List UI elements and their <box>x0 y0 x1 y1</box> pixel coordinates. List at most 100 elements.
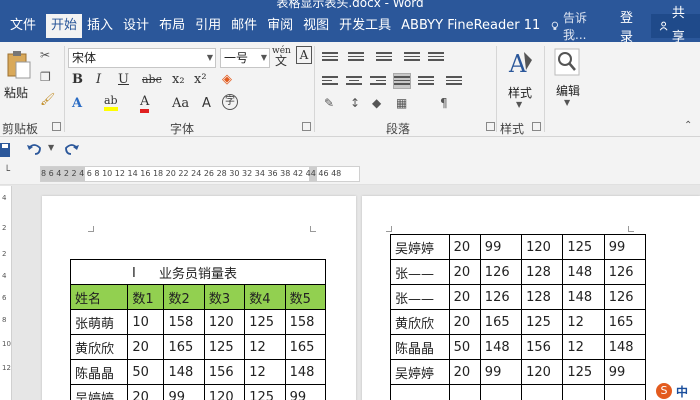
table-cell[interactable]: 20 <box>448 284 481 310</box>
table-cell[interactable]: 20 <box>448 234 481 260</box>
font-color-button[interactable]: A <box>140 94 150 113</box>
highlight-button[interactable]: ab <box>104 94 118 111</box>
tab-selector-icon[interactable]: └ <box>4 166 10 177</box>
sales-table[interactable]: 业务员销量表 姓名 数1 数2 数3 数4 数5 张萌萌 10 158 120 … <box>69 259 327 400</box>
header-cell[interactable]: 姓名 <box>69 284 129 310</box>
font-size-combo[interactable]: 一号 ▼ <box>220 48 270 68</box>
shading-icon[interactable]: ◆ <box>372 96 381 110</box>
paste-icon[interactable] <box>6 50 32 80</box>
cut-icon[interactable]: ✂ <box>40 48 50 62</box>
table-cell[interactable]: 165 <box>603 309 647 335</box>
table-cell[interactable]: 126 <box>479 284 523 310</box>
header-cell[interactable]: 数4 <box>244 284 286 310</box>
char-shading-icon[interactable]: A <box>202 96 211 111</box>
italic-button[interactable]: I <box>96 72 101 87</box>
table-cell[interactable]: 126 <box>603 284 647 310</box>
align-left-icon[interactable] <box>322 74 338 88</box>
continued-table[interactable]: 吴婷婷 20 99 120 125 99 张—— 20 126 128 148 … <box>390 234 647 400</box>
underline-button[interactable]: U <box>118 72 129 87</box>
character-border-icon[interactable]: A <box>296 46 312 64</box>
table-cell[interactable]: 125 <box>244 309 286 335</box>
table-cell[interactable] <box>521 384 564 400</box>
tab-mailings[interactable]: 邮件 <box>226 14 262 38</box>
table-cell[interactable]: 张—— <box>390 259 450 285</box>
show-marks-icon[interactable]: ¶ <box>440 96 448 110</box>
table-cell[interactable] <box>603 384 647 400</box>
table-title[interactable]: 业务员销量表 <box>70 259 326 285</box>
collapse-ribbon-icon[interactable]: ⌃ <box>684 120 692 131</box>
table-cell[interactable]: 165 <box>479 309 523 335</box>
styles-icon[interactable]: A <box>506 48 534 78</box>
table-cell[interactable]: 20 <box>448 259 481 285</box>
table-cell[interactable]: 128 <box>521 259 564 285</box>
table-cell[interactable] <box>479 384 523 400</box>
page-2[interactable]: 吴婷婷 20 99 120 125 99 张—— 20 126 128 148 … <box>362 196 700 400</box>
table-cell[interactable]: 99 <box>284 384 327 400</box>
line-spacing-icon[interactable] <box>446 74 462 88</box>
table-cell[interactable]: 20 <box>448 309 481 335</box>
undo-dropdown-icon[interactable]: ▼ <box>48 143 54 152</box>
table-cell[interactable]: 148 <box>603 334 647 360</box>
redo-icon[interactable] <box>64 142 80 156</box>
table-cell[interactable]: 黄欣欣 <box>390 309 450 335</box>
font-launcher-icon[interactable] <box>302 122 311 131</box>
table-cell[interactable]: 120 <box>203 384 246 400</box>
borders-icon[interactable]: ▦ <box>396 96 407 110</box>
superscript-button[interactable]: x² <box>194 72 207 87</box>
table-cell[interactable]: 148 <box>284 359 327 385</box>
table-cell[interactable]: 20 <box>127 384 165 400</box>
login-button[interactable]: 登录 <box>610 7 651 45</box>
table-cell[interactable]: 吴婷婷 <box>390 234 450 260</box>
table-cell[interactable]: 125 <box>203 334 246 360</box>
vertical-ruler[interactable]: 4 2 2 4 6 8 10 12 <box>0 186 12 400</box>
table-cell[interactable]: 陈晶晶 <box>69 359 129 385</box>
tab-home[interactable]: 开始 <box>46 14 83 38</box>
table-cell[interactable]: 148 <box>562 259 605 285</box>
subscript-button[interactable]: x₂ <box>172 72 185 87</box>
table-cell[interactable]: 99 <box>479 234 523 260</box>
table-cell[interactable]: 99 <box>603 234 647 260</box>
change-case-button[interactable]: Aa <box>172 96 189 111</box>
phonetic-guide-button[interactable]: wén 文 <box>272 46 291 68</box>
align-center-icon[interactable] <box>346 74 362 88</box>
tab-developer[interactable]: 开发工具 <box>334 14 396 38</box>
styles-launcher-icon[interactable] <box>532 122 541 131</box>
clipboard-launcher-icon[interactable] <box>52 122 61 131</box>
table-cell[interactable]: 158 <box>284 309 327 335</box>
paste-label[interactable]: 粘贴 <box>4 84 28 101</box>
enclose-char-button[interactable]: 字 <box>222 94 238 110</box>
table-cell[interactable]: 陈晶晶 <box>390 334 450 360</box>
table-cell[interactable]: 126 <box>603 259 647 285</box>
clear-format-icon[interactable]: ◈ <box>222 72 232 87</box>
table-cell[interactable]: 张萌萌 <box>69 309 129 335</box>
table-cell[interactable]: 125 <box>244 384 286 400</box>
styles-label[interactable]: 样式 <box>508 84 532 101</box>
tab-file[interactable]: 文件 <box>0 14 46 38</box>
header-cell[interactable]: 数1 <box>127 284 165 310</box>
magnifier-icon[interactable] <box>554 48 580 76</box>
table-cell[interactable]: 120 <box>521 234 564 260</box>
tab-review[interactable]: 审阅 <box>262 14 298 38</box>
table-cell[interactable]: 125 <box>521 309 564 335</box>
table-cell[interactable]: 吴婷婷 <box>390 359 450 385</box>
tab-insert[interactable]: 插入 <box>82 14 118 38</box>
format-painter-icon[interactable]: 🖌 <box>40 92 55 106</box>
horizontal-ruler[interactable]: 8 6 4 2 2 4 6 8 10 12 14 16 18 20 22 24 … <box>40 166 360 182</box>
strikethrough-button[interactable]: abc <box>142 73 162 86</box>
table-cell[interactable]: 126 <box>479 259 523 285</box>
increase-indent-icon[interactable] <box>428 50 444 64</box>
table-cell[interactable]: 50 <box>127 359 165 385</box>
multilevel-list-icon[interactable] <box>376 50 392 64</box>
table-cell[interactable]: 99 <box>163 384 205 400</box>
table-cell[interactable]: 148 <box>562 284 605 310</box>
chinese-layout-icon[interactable]: ✎ <box>324 96 334 110</box>
table-cell[interactable]: 158 <box>163 309 205 335</box>
table-cell[interactable]: 125 <box>562 359 605 385</box>
numbering-icon[interactable] <box>348 50 364 64</box>
table-cell[interactable] <box>448 384 481 400</box>
tab-layout[interactable]: 布局 <box>154 14 190 38</box>
table-cell[interactable]: 12 <box>562 334 605 360</box>
text-effects-button[interactable]: A <box>72 96 82 111</box>
table-cell[interactable]: 125 <box>562 234 605 260</box>
table-cell[interactable]: 张—— <box>390 284 450 310</box>
